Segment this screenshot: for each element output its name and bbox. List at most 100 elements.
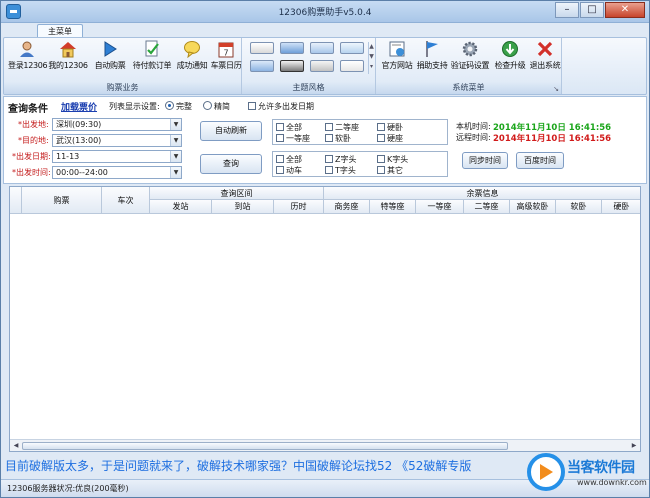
time-label: *出发时间: bbox=[12, 168, 51, 177]
watermark-url: www.downkr.com bbox=[577, 478, 647, 487]
train-z-checkbox[interactable]: Z字头 bbox=[325, 154, 356, 165]
theme-swatch-white[interactable] bbox=[340, 60, 364, 72]
train-type-filter: 全部 Z字头 K字头 动车 T字头 其它 bbox=[272, 151, 448, 177]
result-table: 购票 车次 查询区间 余票信息 发站 到站 历时 商务座 特等座 一等座 二等座… bbox=[9, 186, 641, 452]
horizontal-scrollbar[interactable]: ◀ ▶ bbox=[10, 439, 640, 451]
train-t-checkbox[interactable]: T字头 bbox=[325, 165, 356, 176]
radio-compact-indicator bbox=[203, 101, 212, 110]
theme-swatch-dark[interactable] bbox=[280, 60, 304, 72]
train-all-checkbox[interactable]: 全部 bbox=[276, 154, 302, 165]
search-button[interactable]: 查询 bbox=[200, 154, 262, 174]
column-header-depart[interactable]: 发站 bbox=[150, 200, 212, 214]
to-station-combo[interactable]: 武汉(13:00) ▼ bbox=[52, 134, 182, 147]
login-12306-button[interactable]: 登录12306 bbox=[8, 40, 48, 80]
radio-full-indicator bbox=[165, 101, 174, 110]
column-header-premium[interactable]: 特等座 bbox=[370, 200, 416, 214]
seat-second-class-checkbox[interactable]: 二等座 bbox=[325, 122, 359, 133]
date-combo[interactable]: 11-13 ▼ bbox=[52, 150, 182, 163]
column-header-hard-sleeper[interactable]: 硬卧 bbox=[602, 200, 640, 214]
remote-time-label: 远程时间: bbox=[456, 133, 491, 142]
group-label-system: 系统菜单 bbox=[376, 82, 561, 94]
captcha-settings-button[interactable]: 验证码设置 bbox=[450, 40, 490, 80]
success-notify-button[interactable]: 成功通知 bbox=[175, 40, 209, 80]
calendar-icon: 7 bbox=[217, 40, 235, 58]
seat-soft-sleeper-checkbox[interactable]: 软卧 bbox=[325, 133, 351, 144]
time-combo[interactable]: 00:00--24:00 ▼ bbox=[52, 166, 182, 179]
baidu-time-button[interactable]: 百度时间 bbox=[516, 152, 564, 169]
train-emu-checkbox[interactable]: 动车 bbox=[276, 165, 302, 176]
ribbon-tab-row: 主菜单 bbox=[1, 23, 649, 38]
minimize-button[interactable]: – bbox=[555, 2, 579, 18]
window-title: 12306购票助手v5.0.4 bbox=[278, 8, 372, 18]
column-header-buy[interactable]: 购票 bbox=[22, 187, 102, 214]
ribbon: 登录12306 我的12306 自动购票 待付款订单 成功通知 7 车票日历 购… bbox=[3, 37, 647, 95]
local-time-label: 本机时间: bbox=[456, 122, 491, 131]
to-station-label: *目的地: bbox=[18, 136, 49, 145]
load-price-link[interactable]: 加载票价 bbox=[61, 100, 97, 113]
theme-swatch-blue[interactable] bbox=[280, 42, 304, 54]
column-header-soft-sleeper[interactable]: 软卧 bbox=[556, 200, 602, 214]
chevron-down-icon[interactable]: ▼ bbox=[170, 151, 181, 162]
maximize-button[interactable]: □ bbox=[580, 2, 604, 18]
check-update-button[interactable]: 检查升级 bbox=[492, 40, 528, 80]
query-title: 查询条件 bbox=[8, 104, 48, 115]
from-station-label: *出发地: bbox=[18, 120, 49, 129]
theme-swatch-light-blue[interactable] bbox=[310, 42, 334, 54]
seat-first-class-checkbox[interactable]: 一等座 bbox=[276, 133, 310, 144]
donate-button[interactable]: 捐助支持 bbox=[416, 40, 448, 80]
column-header-train[interactable]: 车次 bbox=[102, 187, 150, 214]
window-controls: – □ ✕ bbox=[554, 2, 645, 18]
ribbon-group-ticketing: 登录12306 我的12306 自动购票 待付款订单 成功通知 7 车票日历 购… bbox=[4, 38, 242, 94]
train-k-checkbox[interactable]: K字头 bbox=[377, 154, 408, 165]
scroll-right-icon[interactable]: ▶ bbox=[629, 441, 639, 451]
close-x-icon bbox=[536, 40, 554, 58]
document-check-icon bbox=[143, 40, 161, 58]
exit-button[interactable]: 退出系统 bbox=[528, 40, 562, 80]
my-12306-button[interactable]: 我的12306 bbox=[48, 40, 88, 80]
sync-time-button[interactable]: 同步时间 bbox=[462, 152, 508, 169]
column-header-arrive[interactable]: 到站 bbox=[212, 200, 274, 214]
column-header-deluxe-sleeper[interactable]: 高级软卧 bbox=[510, 200, 556, 214]
auto-buy-button[interactable]: 自动购票 bbox=[92, 40, 128, 80]
calendar-day: 7 bbox=[223, 49, 228, 58]
pending-orders-button[interactable]: 待付款订单 bbox=[131, 40, 173, 80]
scroll-left-icon[interactable]: ◀ bbox=[11, 441, 21, 451]
chevron-down-icon[interactable]: ▼ bbox=[170, 135, 181, 146]
chevron-down-icon[interactable]: ▼ bbox=[170, 167, 181, 178]
watermark-logo-icon bbox=[527, 453, 565, 491]
flag-icon bbox=[423, 40, 441, 58]
column-header-second-class[interactable]: 二等座 bbox=[464, 200, 510, 214]
column-header-business[interactable]: 商务座 bbox=[324, 200, 370, 214]
theme-swatch-grey[interactable] bbox=[310, 60, 334, 72]
from-station-combo[interactable]: 深圳(09:30) ▼ bbox=[52, 118, 182, 131]
multi-date-checkbox[interactable]: 允许多出发日期 bbox=[248, 101, 314, 112]
column-header-duration[interactable]: 历时 bbox=[274, 200, 324, 214]
remote-time-value: 2014年11月10日 16:41:56 bbox=[493, 134, 612, 144]
theme-gallery-scroll[interactable]: ▲ ▼ ▾ bbox=[368, 42, 374, 74]
column-header-first-class[interactable]: 一等座 bbox=[416, 200, 464, 214]
auto-refresh-button[interactable]: 自动刷新 bbox=[200, 121, 262, 141]
display-compact-radio[interactable]: 精简 bbox=[203, 101, 230, 112]
theme-swatch-sky[interactable] bbox=[340, 42, 364, 54]
chevron-down-icon[interactable]: ▼ bbox=[170, 119, 181, 130]
seat-all-checkbox[interactable]: 全部 bbox=[276, 122, 302, 133]
theme-swatch-azure[interactable] bbox=[250, 60, 274, 72]
column-group-range: 查询区间 bbox=[150, 187, 324, 200]
ticket-calendar-button[interactable]: 7 车票日历 bbox=[209, 40, 243, 80]
official-site-button[interactable]: 官方网站 bbox=[380, 40, 414, 80]
seat-hard-sleeper-checkbox[interactable]: 硬卧 bbox=[377, 122, 403, 133]
web-page-icon bbox=[388, 40, 406, 58]
group-expand-icon[interactable]: ↘ bbox=[553, 85, 559, 93]
display-full-radio[interactable]: 完整 bbox=[165, 101, 192, 112]
train-other-checkbox[interactable]: 其它 bbox=[377, 165, 403, 176]
ribbon-group-theme: ▲ ▼ ▾ 主题风格 bbox=[242, 38, 376, 94]
speech-bubble-icon bbox=[183, 40, 201, 59]
display-settings-label: 列表显示设置: bbox=[109, 102, 160, 111]
theme-swatch-silver[interactable] bbox=[250, 42, 274, 54]
scrollbar-thumb[interactable] bbox=[22, 442, 508, 450]
column-group-remaining: 余票信息 bbox=[324, 187, 640, 200]
title-bar[interactable]: 12306购票助手v5.0.4 – □ ✕ bbox=[1, 1, 649, 23]
close-button[interactable]: ✕ bbox=[605, 2, 645, 18]
tab-main-menu[interactable]: 主菜单 bbox=[37, 24, 83, 38]
seat-hard-seat-checkbox[interactable]: 硬座 bbox=[377, 133, 403, 144]
